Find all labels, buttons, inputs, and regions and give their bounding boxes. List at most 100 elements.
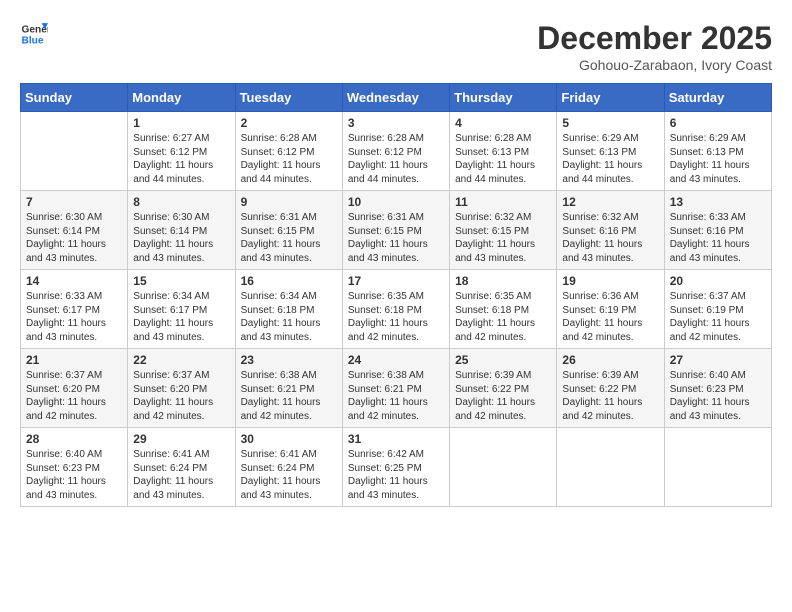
day-info: Sunrise: 6:40 AM Sunset: 6:23 PM Dayligh… (670, 369, 766, 423)
day-number: 28 (26, 432, 122, 446)
calendar-day-cell: 30 Sunrise: 6:41 AM Sunset: 6:24 PM Dayli… (235, 428, 342, 507)
calendar-day-cell: 20Sunrise: 6:37 AM Sunset: 6:19 PM Dayli… (664, 270, 771, 349)
calendar-day-cell: 17 Sunrise: 6:35 AM Sunset: 6:18 PM Dayli… (342, 270, 449, 349)
day-number: 21 (26, 353, 122, 367)
day-number: 22 (133, 353, 229, 367)
calendar-day-cell: 25Sunrise: 6:39 AM Sunset: 6:22 PM Dayli… (450, 349, 557, 428)
day-number: 25 (455, 353, 551, 367)
calendar-day-cell: 4 Sunrise: 6:28 AM Sunset: 6:13 PM Daylig… (450, 112, 557, 191)
day-number: 9 (241, 195, 337, 209)
calendar-day-cell: 9 Sunrise: 6:31 AM Sunset: 6:15 PM Daylig… (235, 191, 342, 270)
day-number: 5 (562, 116, 658, 130)
calendar-day-cell: 1Sunrise: 6:27 AM Sunset: 6:12 PM Daylig… (128, 112, 235, 191)
day-number: 10 (348, 195, 444, 209)
calendar-day-cell (21, 112, 128, 191)
calendar-week-row: 21 Sunrise: 6:37 AM Sunset: 6:20 PM Dayli… (21, 349, 772, 428)
day-info: Sunrise: 6:29 AM Sunset: 6:13 PM Dayligh… (562, 132, 658, 186)
day-number: 14 (26, 274, 122, 288)
day-info: Sunrise: 6:34 AM Sunset: 6:18 PM Dayligh… (241, 290, 337, 344)
day-number: 18 (455, 274, 551, 288)
day-number: 2 (241, 116, 337, 130)
calendar-day-cell: 22 Sunrise: 6:37 AM Sunset: 6:20 PM Dayli… (128, 349, 235, 428)
day-number: 17 (348, 274, 444, 288)
day-number: 3 (348, 116, 444, 130)
day-info: Sunrise: 6:41 AM Sunset: 6:24 PM Dayligh… (241, 448, 337, 502)
calendar-day-cell: 26Sunrise: 6:39 AM Sunset: 6:22 PM Dayli… (557, 349, 664, 428)
day-number: 4 (455, 116, 551, 130)
day-info: Sunrise: 6:33 AM Sunset: 6:16 PM Dayligh… (670, 211, 766, 265)
day-number: 11 (455, 195, 551, 209)
calendar-day-cell: 31Sunrise: 6:42 AM Sunset: 6:25 PM Dayli… (342, 428, 449, 507)
calendar-day-cell: 8 Sunrise: 6:30 AM Sunset: 6:14 PM Daylig… (128, 191, 235, 270)
day-number: 30 (241, 432, 337, 446)
day-info: Sunrise: 6:37 AM Sunset: 6:20 PM Dayligh… (26, 369, 122, 423)
day-info: Sunrise: 6:30 AM Sunset: 6:14 PM Dayligh… (26, 211, 122, 265)
title-block: December 2025 Gohouo-Zarabaon, Ivory Coa… (537, 20, 772, 73)
day-number: 29 (133, 432, 229, 446)
day-number: 16 (241, 274, 337, 288)
day-info: Sunrise: 6:33 AM Sunset: 6:17 PM Dayligh… (26, 290, 122, 344)
logo-icon: General Blue (20, 20, 48, 48)
calendar-day-cell: 14 Sunrise: 6:33 AM Sunset: 6:17 PM Dayli… (21, 270, 128, 349)
calendar-header-cell: Sunday (21, 84, 128, 112)
calendar-header-cell: Tuesday (235, 84, 342, 112)
day-info: Sunrise: 6:31 AM Sunset: 6:15 PM Dayligh… (348, 211, 444, 265)
day-info: Sunrise: 6:36 AM Sunset: 6:19 PM Dayligh… (562, 290, 658, 344)
page-header: General Blue December 2025 Gohouo-Zaraba… (20, 20, 772, 73)
day-info: Sunrise: 6:32 AM Sunset: 6:15 PM Dayligh… (455, 211, 551, 265)
day-info: Sunrise: 6:30 AM Sunset: 6:14 PM Dayligh… (133, 211, 229, 265)
day-number: 8 (133, 195, 229, 209)
calendar-day-cell: 5 Sunrise: 6:29 AM Sunset: 6:13 PM Daylig… (557, 112, 664, 191)
calendar-day-cell (450, 428, 557, 507)
calendar-day-cell: 27Sunrise: 6:40 AM Sunset: 6:23 PM Dayli… (664, 349, 771, 428)
day-number: 24 (348, 353, 444, 367)
calendar-day-cell: 16 Sunrise: 6:34 AM Sunset: 6:18 PM Dayli… (235, 270, 342, 349)
calendar-day-cell: 21 Sunrise: 6:37 AM Sunset: 6:20 PM Dayli… (21, 349, 128, 428)
calendar-day-cell: 10 Sunrise: 6:31 AM Sunset: 6:15 PM Dayli… (342, 191, 449, 270)
calendar-week-row: 14 Sunrise: 6:33 AM Sunset: 6:17 PM Dayli… (21, 270, 772, 349)
calendar-day-cell: 29 Sunrise: 6:41 AM Sunset: 6:24 PM Dayli… (128, 428, 235, 507)
day-number: 13 (670, 195, 766, 209)
calendar-day-cell: 6 Sunrise: 6:29 AM Sunset: 6:13 PM Daylig… (664, 112, 771, 191)
calendar-day-cell: 7 Sunrise: 6:30 AM Sunset: 6:14 PM Daylig… (21, 191, 128, 270)
day-info: Sunrise: 6:28 AM Sunset: 6:12 PM Dayligh… (348, 132, 444, 186)
day-info: Sunrise: 6:38 AM Sunset: 6:21 PM Dayligh… (241, 369, 337, 423)
calendar-header-cell: Monday (128, 84, 235, 112)
calendar-body: 1Sunrise: 6:27 AM Sunset: 6:12 PM Daylig… (21, 112, 772, 507)
calendar-day-cell: 12 Sunrise: 6:32 AM Sunset: 6:16 PM Dayli… (557, 191, 664, 270)
day-info: Sunrise: 6:28 AM Sunset: 6:13 PM Dayligh… (455, 132, 551, 186)
subtitle: Gohouo-Zarabaon, Ivory Coast (537, 57, 772, 73)
calendar-day-cell: 28Sunrise: 6:40 AM Sunset: 6:23 PM Dayli… (21, 428, 128, 507)
calendar-day-cell: 24Sunrise: 6:38 AM Sunset: 6:21 PM Dayli… (342, 349, 449, 428)
main-title: December 2025 (537, 20, 772, 57)
day-info: Sunrise: 6:37 AM Sunset: 6:20 PM Dayligh… (133, 369, 229, 423)
day-info: Sunrise: 6:31 AM Sunset: 6:15 PM Dayligh… (241, 211, 337, 265)
calendar-day-cell: 11 Sunrise: 6:32 AM Sunset: 6:15 PM Dayli… (450, 191, 557, 270)
day-info: Sunrise: 6:35 AM Sunset: 6:18 PM Dayligh… (348, 290, 444, 344)
calendar-day-cell: 2 Sunrise: 6:28 AM Sunset: 6:12 PM Daylig… (235, 112, 342, 191)
day-number: 15 (133, 274, 229, 288)
day-number: 6 (670, 116, 766, 130)
day-info: Sunrise: 6:34 AM Sunset: 6:17 PM Dayligh… (133, 290, 229, 344)
day-info: Sunrise: 6:28 AM Sunset: 6:12 PM Dayligh… (241, 132, 337, 186)
calendar-header-cell: Wednesday (342, 84, 449, 112)
day-info: Sunrise: 6:29 AM Sunset: 6:13 PM Dayligh… (670, 132, 766, 186)
day-number: 7 (26, 195, 122, 209)
calendar-week-row: 28Sunrise: 6:40 AM Sunset: 6:23 PM Dayli… (21, 428, 772, 507)
calendar-day-cell: 23Sunrise: 6:38 AM Sunset: 6:21 PM Dayli… (235, 349, 342, 428)
logo: General Blue (20, 20, 48, 48)
day-info: Sunrise: 6:32 AM Sunset: 6:16 PM Dayligh… (562, 211, 658, 265)
day-number: 1 (133, 116, 229, 130)
calendar-week-row: 1Sunrise: 6:27 AM Sunset: 6:12 PM Daylig… (21, 112, 772, 191)
calendar-day-cell: 18 Sunrise: 6:35 AM Sunset: 6:18 PM Dayli… (450, 270, 557, 349)
day-info: Sunrise: 6:41 AM Sunset: 6:24 PM Dayligh… (133, 448, 229, 502)
calendar-header-cell: Friday (557, 84, 664, 112)
calendar-day-cell (664, 428, 771, 507)
day-number: 19 (562, 274, 658, 288)
day-number: 26 (562, 353, 658, 367)
calendar-day-cell (557, 428, 664, 507)
calendar-day-cell: 15 Sunrise: 6:34 AM Sunset: 6:17 PM Dayli… (128, 270, 235, 349)
day-info: Sunrise: 6:42 AM Sunset: 6:25 PM Dayligh… (348, 448, 444, 502)
day-number: 12 (562, 195, 658, 209)
day-info: Sunrise: 6:35 AM Sunset: 6:18 PM Dayligh… (455, 290, 551, 344)
